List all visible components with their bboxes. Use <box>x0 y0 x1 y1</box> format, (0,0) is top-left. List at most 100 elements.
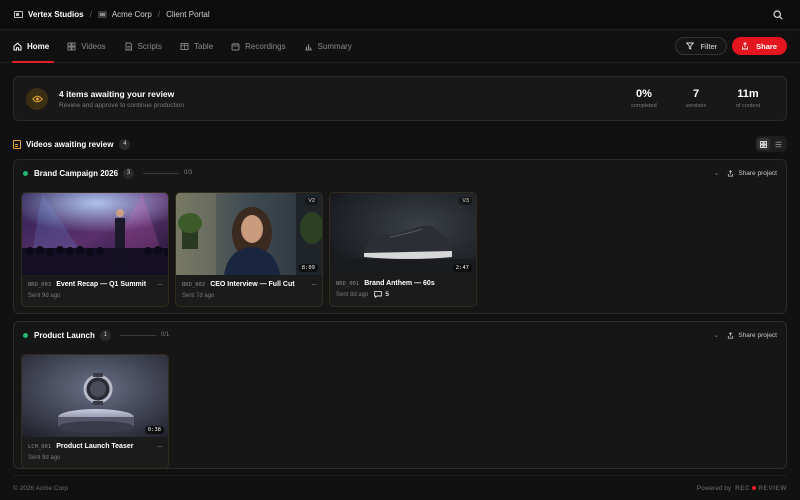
video-card[interactable]: V2 8:09 BRD_002 CEO Interview — Full Cut… <box>175 192 323 307</box>
home-icon <box>13 42 22 50</box>
duration-badge: 8:09 <box>298 264 318 272</box>
video-thumbnail[interactable]: 0:38 <box>22 355 168 437</box>
chevron-down-icon[interactable]: ⌄ <box>713 169 719 177</box>
top-bar: Vertex Studios / Acme Corp / Client Port… <box>0 0 800 30</box>
list-view-button[interactable] <box>772 138 785 150</box>
more-options-icon[interactable]: ··· <box>311 280 317 289</box>
project-name: Brand Campaign 2026 <box>34 168 119 178</box>
status-dot <box>23 170 28 176</box>
video-card[interactable]: V3 2:47 BRD_001 Brand Anthem — 60s Sent … <box>329 192 477 307</box>
breadcrumb-portal: Client Portal <box>166 10 210 19</box>
video-title[interactable]: Brand Anthem — 60s <box>364 280 435 287</box>
tab-label: Home <box>27 41 50 51</box>
version-badge: V3 <box>459 197 472 205</box>
comment-icon <box>374 291 383 298</box>
share-label: Share <box>756 41 777 51</box>
calendar-icon <box>231 42 240 50</box>
document-icon <box>125 42 132 50</box>
table-icon <box>180 42 189 50</box>
banner-title: 4 items awaiting your review <box>59 88 175 99</box>
tab-label: Scripts <box>137 41 163 51</box>
bar-chart-icon <box>304 44 312 50</box>
video-card[interactable]: 0:38 LCH_001 Product Launch Teaser ··· S… <box>21 354 169 469</box>
share-project-button[interactable]: Share project <box>727 170 777 177</box>
powered-label: Powered by <box>696 484 732 492</box>
breadcrumb-org[interactable]: Acme Corp <box>112 10 152 19</box>
duration-badge: 0:38 <box>144 426 164 434</box>
share-icon <box>728 331 734 339</box>
grid-view-button[interactable] <box>757 138 770 150</box>
video-code: BRD_002 <box>182 281 206 288</box>
stat-label: completed <box>631 103 657 109</box>
video-title[interactable]: Product Launch Teaser <box>56 443 133 450</box>
filter-label: Filter <box>700 41 718 51</box>
more-options-icon[interactable]: ··· <box>157 442 163 451</box>
video-thumbnail[interactable]: V3 2:47 <box>330 193 476 275</box>
video-title[interactable]: CEO Interview — Full Cut <box>210 281 294 288</box>
project-card: Brand Campaign 2026 3 0/3 ⌄ Share projec… <box>13 159 787 314</box>
comment-count[interactable]: 5 <box>374 291 389 298</box>
project-name: Product Launch <box>34 330 95 340</box>
sent-time: Sent 9d ago <box>28 293 61 299</box>
progress-text: 0/3 <box>184 170 193 176</box>
document-icon <box>13 139 21 149</box>
video-thumbnail[interactable] <box>22 193 168 275</box>
breadcrumb-studio[interactable]: Vertex Studios <box>28 10 84 19</box>
breadcrumb: Vertex Studios / Acme Corp / Client Port… <box>14 10 210 19</box>
status-dot <box>23 332 28 338</box>
video-code: BRD_001 <box>336 280 360 287</box>
video-title[interactable]: Event Recap — Q1 Summit <box>56 281 146 288</box>
share-button[interactable]: Share <box>732 37 787 55</box>
stat-label: of content <box>735 103 761 109</box>
chevron-down-icon[interactable]: ⌄ <box>713 331 719 339</box>
version-badge: V2 <box>305 197 318 205</box>
project-header: Product Launch 1 0/1 ⌄ Share project <box>14 322 786 348</box>
tab-label: Table <box>194 41 214 51</box>
tab-label: Summary <box>317 41 352 51</box>
progress-bar <box>119 334 156 336</box>
comment-count-value: 5 <box>385 291 389 298</box>
tab-label: Recordings <box>245 41 286 51</box>
share-project-button[interactable]: Share project <box>727 332 777 339</box>
banner-subtitle: Review and approve to continue productio… <box>59 101 185 109</box>
video-thumbnail[interactable]: V2 8:09 <box>176 193 322 275</box>
studio-logo-icon <box>14 11 23 18</box>
search-icon <box>773 9 783 20</box>
video-card[interactable]: BRD_003 Event Recap — Q1 Summit ··· Sent… <box>21 192 169 307</box>
sent-time: Sent 7d ago <box>182 293 215 299</box>
grid-icon <box>760 140 767 148</box>
project-card: Product Launch 1 0/1 ⌄ Share project 0:3… <box>13 321 787 469</box>
stat-value: 0% <box>636 88 652 100</box>
sent-time: Sent 9d ago <box>28 455 61 461</box>
review-banner: 4 items awaiting your review Review and … <box>13 76 787 121</box>
grid-icon <box>67 42 76 50</box>
project-header: Brand Campaign 2026 3 0/3 ⌄ Share projec… <box>14 160 786 186</box>
tab-recordings[interactable]: Recordings <box>231 30 294 63</box>
more-options-icon[interactable]: ··· <box>157 280 163 289</box>
project-count: 1 <box>99 329 111 341</box>
tab-home[interactable]: Home <box>11 30 58 63</box>
tab-summary[interactable]: Summary <box>304 30 361 63</box>
nav-bar: Home Videos Scripts Table Recordings Sum… <box>0 30 800 63</box>
search-button[interactable] <box>770 7 786 23</box>
progress-text: 0/1 <box>160 332 170 338</box>
share-project-label: Share project <box>738 169 777 177</box>
share-icon <box>728 169 734 177</box>
filter-button[interactable]: Filter <box>675 37 728 55</box>
tab-table[interactable]: Table <box>180 30 222 63</box>
copyright: © 2026 Acme Corp <box>13 484 69 492</box>
tab-videos[interactable]: Videos <box>67 30 114 63</box>
powered-by: Powered by REC REVIEW <box>697 485 787 492</box>
stat-value: 11m <box>737 88 759 100</box>
sent-time: Sent 8d ago <box>336 291 369 298</box>
tab-scripts[interactable]: Scripts <box>124 30 171 63</box>
duration-badge: 2:47 <box>452 264 472 272</box>
brand-logo[interactable]: REC REVIEW <box>735 485 787 492</box>
list-icon <box>775 141 782 147</box>
video-code: LCH_001 <box>28 443 52 450</box>
stat-completed: 0% completed <box>618 88 670 109</box>
project-count: 3 <box>123 167 135 179</box>
breadcrumb-separator: / <box>89 10 92 19</box>
eye-icon <box>26 87 48 110</box>
view-toggle <box>755 136 787 152</box>
